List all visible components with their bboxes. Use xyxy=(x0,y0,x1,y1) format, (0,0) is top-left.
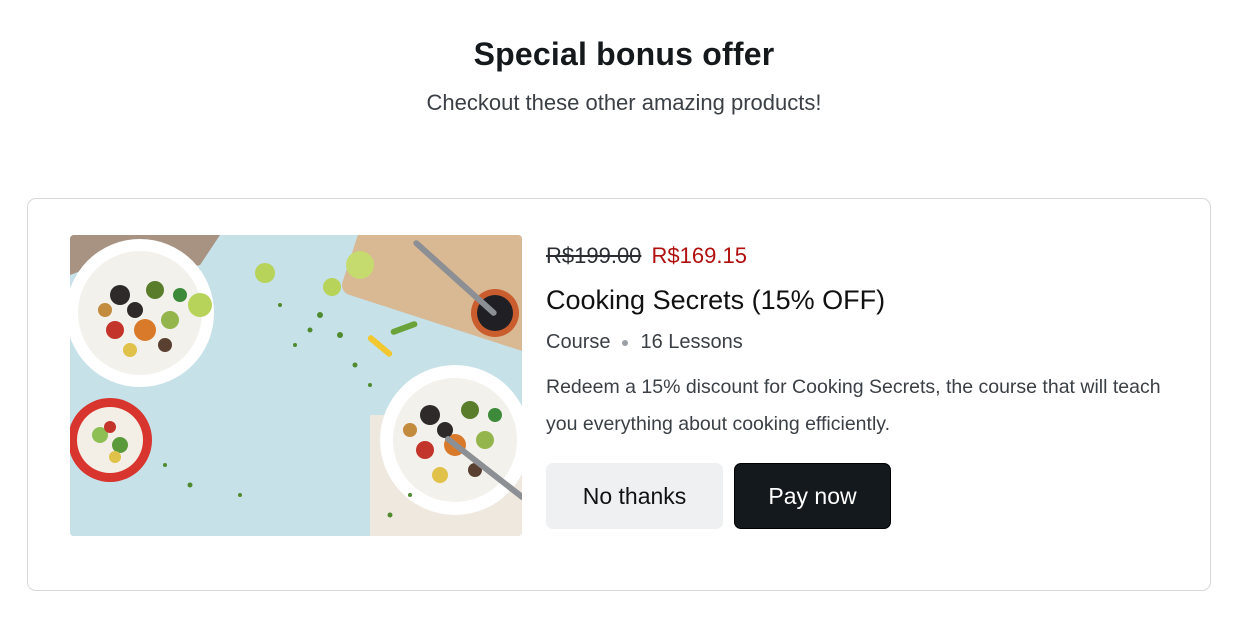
product-meta: Course 16 Lessons xyxy=(546,331,743,354)
product-name: Cooking Secrets (15% OFF) xyxy=(546,285,886,315)
discounted-price: R$169.15 xyxy=(651,243,747,268)
page-title: Special bonus offer xyxy=(473,36,775,72)
separator-dot xyxy=(622,339,629,346)
no-thanks-button[interactable]: No thanks xyxy=(546,463,723,529)
product-description: Redeem a 15% discount for Cooking Secret… xyxy=(546,376,1161,435)
price-row: R$199.00 R$169.15 xyxy=(546,243,747,269)
page-subtitle: Checkout these other amazing products! xyxy=(426,90,822,115)
product-image xyxy=(70,235,522,536)
pay-now-button[interactable]: Pay now xyxy=(734,463,891,529)
lesson-count: 16 Lessons xyxy=(640,331,743,353)
product-type: Course xyxy=(546,331,611,353)
original-price: R$199.00 xyxy=(546,243,642,268)
offer-card: R$199.00 R$169.15 Cooking Secrets (15% O… xyxy=(27,198,1211,591)
